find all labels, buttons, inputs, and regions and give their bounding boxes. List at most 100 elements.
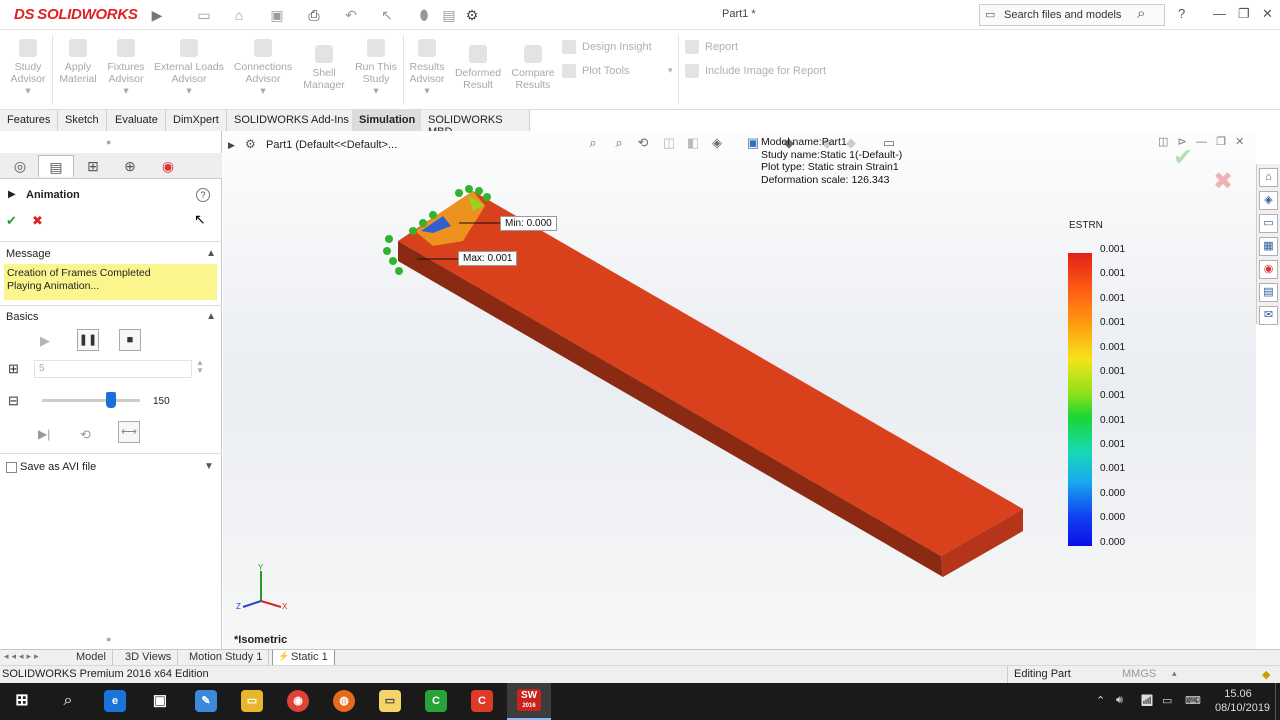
property-manager-icon[interactable]: ▤ — [38, 155, 74, 177]
play-icon[interactable]: ▶ — [40, 333, 50, 349]
rebuild-status-icon[interactable]: ◆ — [1262, 668, 1270, 681]
dimxpert-manager-icon[interactable]: ⊕ — [112, 155, 148, 177]
study-advisor-button[interactable]: Study Advisor ▾ — [8, 39, 48, 97]
zoom-to-fit-icon[interactable]: ⌕ — [585, 135, 601, 151]
fixtures-advisor-button[interactable]: Fixtures Advisor ▾ — [104, 39, 148, 97]
message-section-header[interactable]: Message ▲ — [6, 248, 216, 260]
file-explorer-icon[interactable]: ▭ — [241, 690, 263, 712]
search-icon[interactable]: ⌕ — [57, 690, 79, 712]
units-dropdown-icon[interactable]: ▴ — [1172, 668, 1177, 679]
windows-start-icon[interactable]: ⊞ — [11, 690, 33, 712]
pen-app-icon[interactable]: ✎ — [195, 690, 217, 712]
graphics-viewport[interactable]: ⌕ ⌕ ⟲ ◫ ◧ ◈ ▣ ◆ ◆ ◆ ▭ ◫ ⊳ — ❐ ✕ ▶ ⚙ Part… — [223, 131, 1256, 649]
report-button[interactable]: Report — [685, 40, 738, 54]
reciprocate-button[interactable]: ⟷ — [118, 421, 140, 443]
external-loads-advisor-button[interactable]: External Loads Advisor ▾ — [152, 39, 226, 97]
tab-3d-views[interactable]: 3D Views — [119, 650, 179, 666]
compare-results-button[interactable]: Compare Results — [508, 45, 558, 91]
file-explorer-icon[interactable]: ▭ — [1259, 214, 1278, 233]
beam-model[interactable] — [373, 181, 1033, 591]
min-annotation[interactable]: Min: 0.000 — [500, 216, 557, 231]
options-gear-icon[interactable]: ⚙ — [463, 6, 481, 24]
pause-button[interactable]: ❚❚ — [77, 329, 99, 351]
green-c-app-icon[interactable]: C — [425, 690, 447, 712]
max-annotation[interactable]: Max: 0.001 — [458, 251, 518, 266]
solidworks-logo[interactable]: DS SOLIDWORKS — [14, 6, 138, 23]
menu-expand-icon[interactable]: ▶ — [148, 6, 166, 24]
panel-grip-icon[interactable]: ● — [106, 634, 111, 644]
forum-icon[interactable]: ✉ — [1259, 306, 1278, 325]
speed-slider-thumb[interactable] — [105, 392, 116, 408]
feature-tree-item[interactable]: Part1 (Default<<Default>... — [266, 139, 397, 151]
restore-icon[interactable]: ❐ — [1238, 6, 1250, 22]
chrome-icon[interactable]: ◉ — [287, 690, 309, 712]
loop-icon[interactable]: ⟲ — [80, 427, 91, 443]
include-image-button[interactable]: Include Image for Report — [685, 64, 826, 78]
section-view-icon[interactable]: ◫ — [661, 135, 677, 151]
save-avi-checkbox[interactable] — [6, 462, 17, 473]
zoom-to-area-icon[interactable]: ⌕ — [611, 135, 627, 151]
internet-explorer-icon[interactable]: e — [104, 690, 126, 712]
minimize-icon[interactable]: — — [1213, 6, 1226, 21]
connections-advisor-button[interactable]: Connections Advisor ▾ — [230, 39, 296, 97]
cancel-x-icon[interactable]: ✖ — [32, 213, 43, 229]
select-arrow-icon[interactable]: ↖ — [378, 6, 396, 24]
show-desktop-button[interactable] — [1275, 683, 1280, 720]
results-advisor-button[interactable]: Results Advisor ▾ — [405, 39, 449, 97]
file-properties-icon[interactable]: ▤ — [440, 6, 458, 24]
tab-simulation[interactable]: Simulation — [352, 110, 424, 131]
red-c-app-icon[interactable]: C — [471, 690, 493, 712]
ok-check-icon[interactable]: ✔ — [6, 213, 17, 229]
units-label[interactable]: MMGS — [1122, 668, 1156, 680]
view-palette-icon[interactable]: ▦ — [1259, 237, 1278, 256]
speed-slider-track[interactable] — [42, 399, 140, 402]
tab-evaluate[interactable]: Evaluate — [108, 110, 166, 131]
tab-features[interactable]: Features — [0, 110, 59, 131]
help-icon[interactable]: ? — [1178, 6, 1185, 21]
tab-sketch[interactable]: Sketch — [58, 110, 107, 131]
expand-down-icon[interactable]: ▼ — [204, 461, 214, 472]
dynamic-annotation-icon[interactable]: ◧ — [685, 135, 701, 151]
display-style-icon[interactable]: ▣ — [745, 135, 761, 151]
shell-manager-button[interactable]: Shell Manager — [300, 45, 348, 91]
design-insight-button[interactable]: Design Insight — [562, 40, 652, 54]
custom-properties-icon[interactable]: ▤ — [1259, 283, 1278, 302]
deformed-result-button[interactable]: Deformed Result — [452, 45, 504, 91]
firefox-icon[interactable]: ◍ — [333, 690, 355, 712]
volume-icon[interactable]: 🔊︎ — [1116, 694, 1123, 707]
print-icon[interactable]: ⎙ — [305, 6, 323, 24]
search-icon[interactable]: ⌕ — [1137, 5, 1145, 22]
apply-material-button[interactable]: Apply Material — [56, 39, 100, 85]
rebuild-icon[interactable]: ⬮ — [415, 6, 433, 24]
play-once-icon[interactable]: ▶| — [38, 427, 50, 441]
stop-button[interactable]: ■ — [119, 329, 141, 351]
tree-expand-icon[interactable]: ▶ — [228, 140, 235, 151]
open-folder-icon[interactable]: ⌂ — [230, 6, 248, 24]
undo-icon[interactable]: ↶ — [342, 6, 360, 24]
basics-section-header[interactable]: Basics ▲ — [6, 311, 216, 323]
tab-addins[interactable]: SOLIDWORKS Add-Ins — [227, 110, 357, 131]
store-icon[interactable]: ▣ — [149, 690, 171, 712]
design-library-icon[interactable]: ◈ — [1259, 191, 1278, 210]
folder-icon[interactable]: ▭ — [379, 690, 401, 712]
configuration-manager-icon[interactable]: ⊞ — [75, 155, 111, 177]
clock[interactable]: 15.06 08/10/2019 — [1215, 687, 1270, 715]
close-icon[interactable]: ✕ — [1262, 6, 1273, 22]
view-orientation-icon[interactable]: ◈ — [709, 135, 725, 151]
confirm-corner-x-icon[interactable]: ✖ — [1213, 167, 1233, 196]
feature-manager-icon[interactable]: ◎ — [2, 155, 38, 177]
tab-dimxpert[interactable]: DimXpert — [166, 110, 227, 131]
new-document-icon[interactable]: ▭ — [195, 6, 213, 24]
solidworks-taskbar-button[interactable]: SW 2016 — [507, 683, 551, 720]
save-icon[interactable]: ▣ — [268, 6, 286, 24]
tab-motion-study[interactable]: Motion Study 1 — [183, 650, 270, 666]
network-icon[interactable]: 📶︎ — [1140, 694, 1154, 707]
tab-model[interactable]: Model — [70, 650, 113, 666]
previous-view-icon[interactable]: ⟲ — [635, 135, 651, 151]
frames-spinner-icon[interactable]: ▲ ▼ — [196, 359, 204, 375]
battery-icon[interactable]: ▭ — [1162, 694, 1172, 707]
tab-static-1[interactable]: ⚡ Static 1 — [272, 650, 335, 666]
help-circle-icon[interactable]: ? — [196, 188, 210, 202]
viewport-window-controls[interactable]: ◫ ⊳ — ❐ ✕ — [1158, 135, 1244, 148]
plot-tools-button[interactable]: Plot Tools — [562, 64, 630, 78]
